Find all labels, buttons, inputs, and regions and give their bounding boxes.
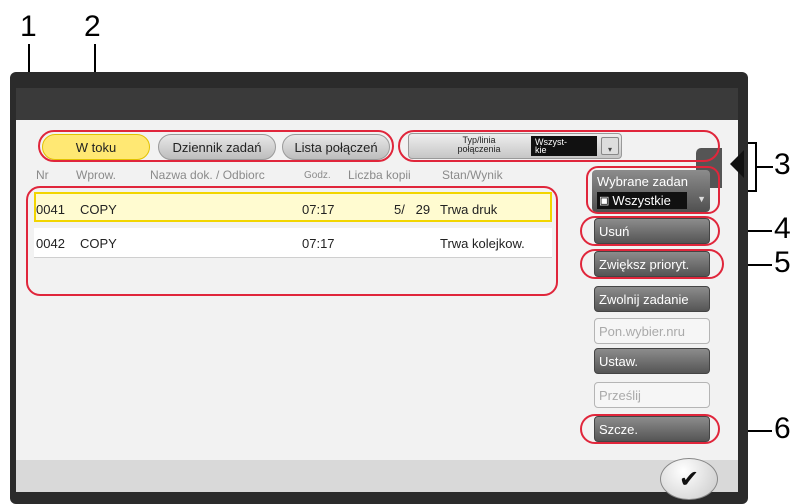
callout-4: 4 xyxy=(774,212,791,245)
forward-button: Prześlij xyxy=(594,382,710,408)
callout-5: 5 xyxy=(774,246,791,279)
release-job-button[interactable]: Zwolnij zadanie xyxy=(594,286,710,312)
highlight-selected-jobs xyxy=(586,166,720,214)
redial-button: Pon.wybier.nru xyxy=(594,318,710,344)
callout-2: 2 xyxy=(84,10,101,43)
screen-bottom-strip xyxy=(16,460,738,492)
callout-1: 1 xyxy=(20,10,37,43)
highlight-delete xyxy=(580,216,720,246)
settings-button[interactable]: Ustaw. xyxy=(594,348,710,374)
column-header-nazwa: Nazwa dok. / Odbiorc xyxy=(150,168,265,182)
column-header-wprow: Wprow. xyxy=(76,168,117,182)
highlight-tabs xyxy=(38,130,394,162)
highlight-details xyxy=(580,414,720,444)
highlight-priority xyxy=(580,249,724,279)
highlight-connection-filter xyxy=(398,130,720,162)
screen-top-bar xyxy=(16,88,738,120)
highlight-job-list xyxy=(26,186,558,296)
checkmark-icon[interactable]: ✔ xyxy=(660,458,718,500)
column-header-nr: Nr xyxy=(36,168,49,182)
column-header-liczba-kopii: Liczba kopii xyxy=(348,168,411,182)
callout-6: 6 xyxy=(774,412,791,445)
callout-3: 3 xyxy=(774,148,791,181)
column-header-stan: Stan/Wynik xyxy=(442,168,503,182)
panel-toggle-arrow-icon[interactable] xyxy=(730,150,744,178)
column-header-godz: Godz. xyxy=(304,170,331,181)
callout-line-3c xyxy=(755,166,773,168)
